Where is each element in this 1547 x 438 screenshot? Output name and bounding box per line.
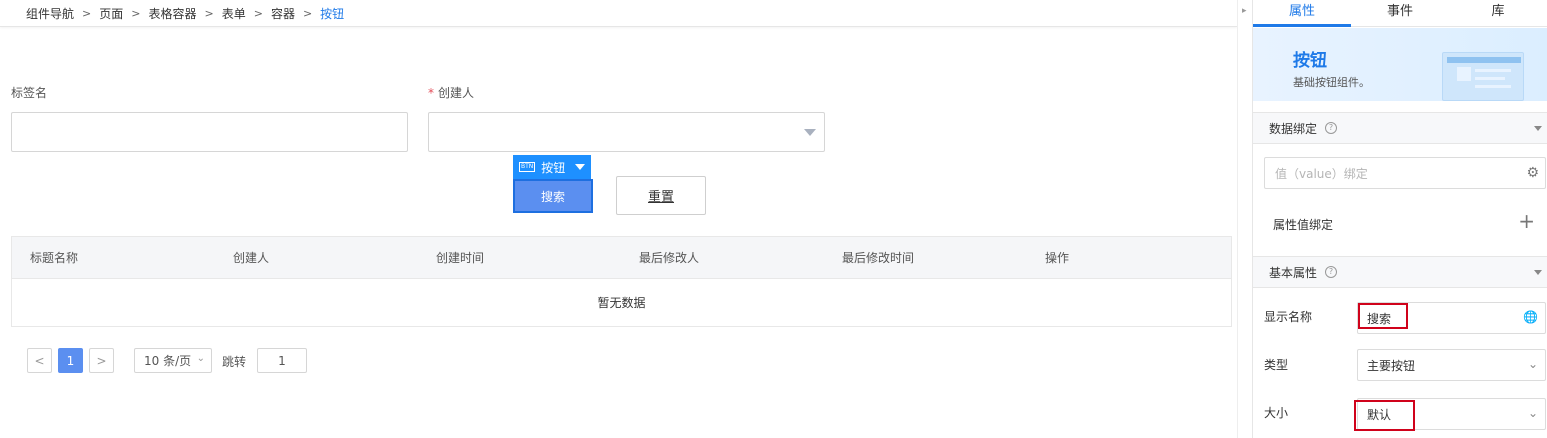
property-panel: 属性 事件 库 按钮 基础按钮组件。 数据绑定 ? 值（value）绑定 ⚙ 属… bbox=[1252, 0, 1547, 438]
highlight-box-size bbox=[1354, 400, 1415, 431]
page-1-button[interactable]: 1 bbox=[58, 348, 83, 373]
section-data-binding[interactable]: 数据绑定 ? bbox=[1253, 112, 1547, 144]
btn-glyph-icon: BTN bbox=[519, 162, 536, 172]
tag-name-label: 标签名 bbox=[11, 86, 48, 100]
value-binding-placeholder: 值（value）绑定 bbox=[1275, 166, 1368, 181]
chevron-right-icon: > bbox=[82, 6, 92, 20]
chevron-right-icon: > bbox=[131, 6, 141, 20]
column-header-actions: 操作 bbox=[1045, 251, 1070, 265]
breadcrumb-item-nav[interactable]: 组件导航 bbox=[26, 5, 74, 22]
section-basic-props-title: 基本属性 bbox=[1269, 265, 1318, 280]
tab-library[interactable]: 库 bbox=[1449, 0, 1547, 26]
type-select[interactable]: 主要按钮 ⌄ bbox=[1357, 349, 1546, 381]
help-icon[interactable]: ? bbox=[1325, 266, 1338, 278]
tab-events[interactable]: 事件 bbox=[1351, 0, 1449, 26]
column-header-last-modifier: 最后修改人 bbox=[639, 251, 700, 265]
reset-button[interactable]: 重置 bbox=[616, 176, 706, 215]
tag-name-input[interactable] bbox=[11, 112, 408, 152]
panel-tabs: 属性 事件 库 bbox=[1253, 0, 1547, 27]
column-header-last-modified-time: 最后修改时间 bbox=[842, 251, 915, 265]
next-page-button[interactable]: > bbox=[89, 348, 114, 373]
prop-binding-label: 属性值绑定 bbox=[1273, 218, 1334, 232]
component-tag[interactable]: BTN 按钮 bbox=[513, 155, 591, 179]
active-tab-indicator bbox=[1253, 24, 1351, 27]
chevron-right-icon: ▸ bbox=[1242, 6, 1247, 16]
value-binding-input[interactable]: 值（value）绑定 ⚙ bbox=[1264, 157, 1546, 189]
chevron-down-icon: ⌄ bbox=[1527, 406, 1538, 420]
panel-collapse-toggle[interactable]: ▸ bbox=[1237, 0, 1252, 438]
component-description: 基础按钮组件。 bbox=[1293, 76, 1370, 89]
chevron-right-icon: > bbox=[302, 6, 313, 20]
table-header: 标题名称 创建人 创建时间 最后修改人 最后修改时间 操作 bbox=[12, 237, 1231, 278]
page-size-value: 10 条/页 bbox=[144, 354, 192, 368]
section-basic-props[interactable]: 基本属性 ? bbox=[1253, 256, 1547, 288]
section-data-binding-title: 数据绑定 bbox=[1269, 121, 1318, 136]
highlight-box-display-name bbox=[1358, 303, 1408, 329]
creator-label-text: 创建人 bbox=[438, 86, 475, 100]
gear-icon[interactable]: ⚙ bbox=[1526, 165, 1539, 181]
breadcrumb-item-table-container[interactable]: 表格容器 bbox=[148, 5, 196, 22]
search-button[interactable]: 搜索 bbox=[513, 179, 593, 213]
jump-label: 跳转 bbox=[222, 355, 247, 369]
display-name-label: 显示名称 bbox=[1264, 310, 1313, 324]
table-empty: 暂无数据 bbox=[12, 278, 1231, 326]
breadcrumb: 组件导航 > 页面 > 表格容器 > 表单 > 容器 > 按钮 bbox=[0, 0, 1237, 27]
type-label: 类型 bbox=[1264, 358, 1289, 372]
chevron-right-icon: > bbox=[253, 6, 263, 20]
help-icon[interactable]: ? bbox=[1325, 122, 1338, 134]
app-root: 组件导航 > 页面 > 表格容器 > 表单 > 容器 > 按钮 标签名 * 创建人… bbox=[0, 0, 1547, 438]
breadcrumb-item-form[interactable]: 表单 bbox=[222, 5, 246, 22]
column-header-title: 标题名称 bbox=[30, 251, 79, 265]
data-table: 标题名称 创建人 创建时间 最后修改人 最后修改时间 操作 暂无数据 bbox=[11, 236, 1232, 327]
tab-properties[interactable]: 属性 bbox=[1253, 0, 1351, 26]
chevron-right-icon: > bbox=[204, 6, 214, 20]
chevron-down-icon: ⌄ bbox=[196, 353, 205, 364]
column-header-created-time: 创建时间 bbox=[436, 251, 485, 265]
breadcrumb-item-container[interactable]: 容器 bbox=[271, 5, 295, 22]
creator-select[interactable] bbox=[428, 112, 825, 152]
breadcrumb-item-page[interactable]: 页面 bbox=[99, 5, 123, 22]
type-value: 主要按钮 bbox=[1367, 358, 1416, 373]
prev-page-button[interactable]: < bbox=[27, 348, 52, 373]
plus-icon[interactable]: + bbox=[1518, 211, 1535, 231]
creator-label: * 创建人 bbox=[428, 84, 474, 101]
component-tag-label: 按钮 bbox=[541, 160, 566, 175]
page-size-select[interactable]: 10 条/页 ⌄ bbox=[134, 348, 212, 373]
component-hero: 按钮 基础按钮组件。 bbox=[1253, 28, 1547, 101]
chevron-down-icon: ⌄ bbox=[1527, 357, 1538, 371]
chevron-down-icon[interactable] bbox=[1534, 126, 1542, 131]
component-title: 按钮 bbox=[1293, 51, 1327, 71]
component-illustration bbox=[1442, 52, 1524, 101]
column-header-creator: 创建人 bbox=[233, 251, 270, 265]
globe-icon[interactable]: 🌐 bbox=[1523, 310, 1538, 324]
chevron-down-icon[interactable] bbox=[575, 164, 586, 170]
breadcrumb-item-button[interactable]: 按钮 bbox=[320, 5, 344, 22]
required-mark: * bbox=[428, 86, 434, 100]
chevron-down-icon[interactable] bbox=[1534, 270, 1542, 275]
jump-input[interactable]: 1 bbox=[257, 348, 307, 373]
select-caret-icon bbox=[804, 129, 816, 136]
size-label: 大小 bbox=[1264, 406, 1289, 420]
